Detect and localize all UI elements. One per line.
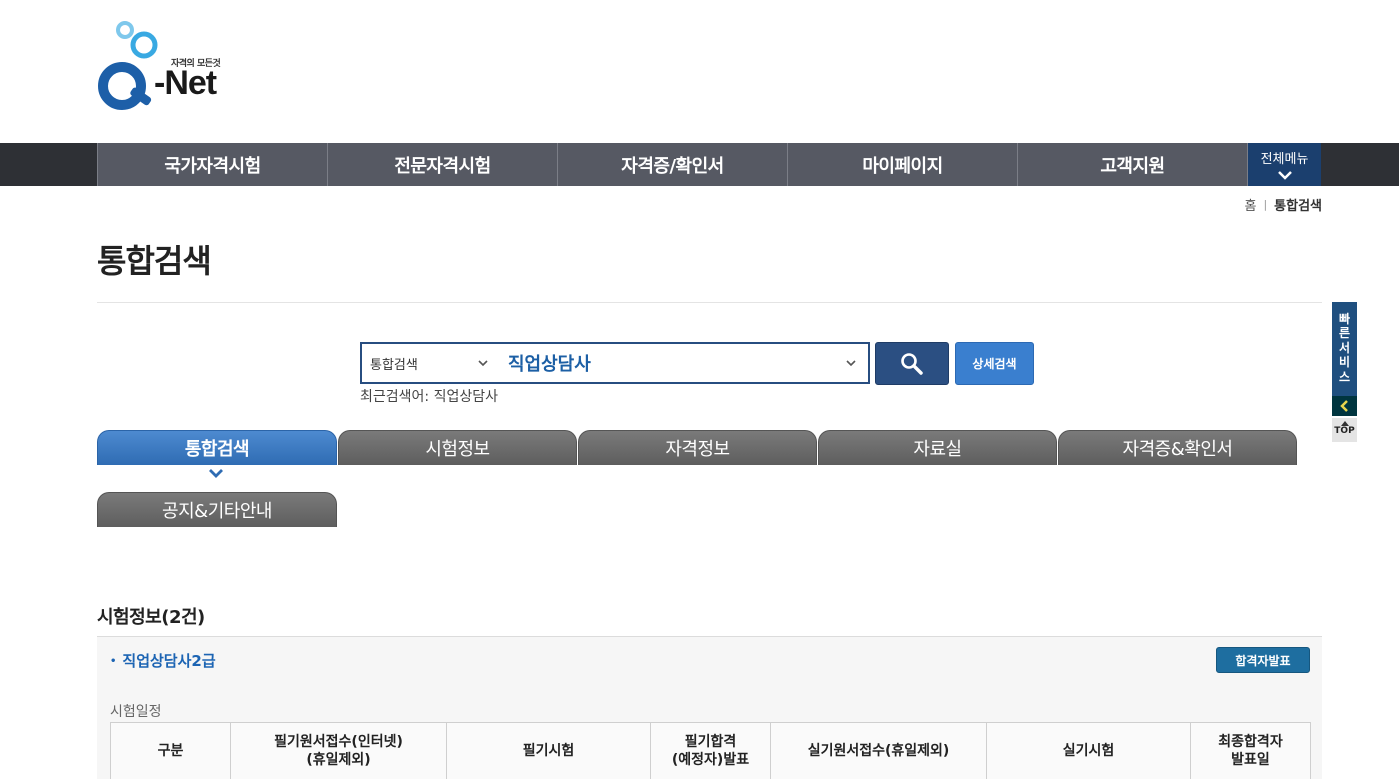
top-label: TOP [1334,426,1355,436]
breadcrumb-separator: | [1263,198,1268,211]
all-menu-button[interactable]: 전체메뉴 [1247,143,1321,186]
search-button[interactable] [875,342,949,385]
search-history-dropdown[interactable] [834,356,868,370]
table-header: 구분 [110,722,231,779]
logo-name: -Net [154,64,217,102]
table-header: 필기합격 (예정자)발표 [650,722,771,779]
search-category-value: 통합검색 [370,357,418,373]
recent-search-term[interactable]: 직업상담사 [434,389,498,405]
all-menu-label: 전체메뉴 [1260,152,1309,167]
search-category-select[interactable]: 통합검색 [362,354,500,373]
recent-searches: 최근검색어: 직업상담사 [360,386,498,406]
tab-integrated-search[interactable]: 통합검색 [97,430,337,465]
table-header-row: 구분 필기원서접수(인터넷) (휴일제외) 필기시험 필기합격 (예정자)발표 … [110,722,1311,779]
nav-item-mypage[interactable]: 마이페이지 [787,143,1017,186]
result-item-link[interactable]: • 직업상담사2급 [110,650,216,671]
scroll-top-button[interactable]: TOP [1332,418,1357,442]
table-header: 필기시험 [446,722,651,779]
search-bar: 통합검색 직업상담사 [360,342,870,384]
tab-notice-etc[interactable]: 공지&기타안내 [97,492,337,527]
schedule-table: 구분 필기원서접수(인터넷) (휴일제외) 필기시험 필기합격 (예정자)발표 … [110,722,1311,779]
schedule-label: 시험일정 [110,704,162,720]
page-title: 통합검색 [97,242,212,280]
exam-result-panel: • 직업상담사2급 합격자발표 시험일정 구분 필기원서접수(인터넷) (휴일제외… [97,636,1322,779]
chevron-left-icon[interactable] [1332,396,1357,416]
nav-item-national-exam[interactable]: 국가자격시험 [97,143,327,186]
table-header: 실기시험 [986,722,1191,779]
bullet-icon: • [110,656,117,667]
active-tab-indicator-icon [209,466,223,482]
table-header: 실기원서접수(휴일제외) [770,722,987,779]
table-header: 최종합격자 발표일 [1190,722,1311,779]
quick-service-label: 빠른서비스 [1338,312,1351,384]
title-divider [97,302,1322,303]
table-header: 필기원서접수(인터넷) (휴일제외) [230,722,447,779]
search-input[interactable]: 직업상담사 [500,350,834,376]
chevron-down-icon [1248,169,1321,183]
nav-right-cap [1321,143,1399,186]
tab-certificate[interactable]: 자격증&확인서 [1058,430,1297,465]
recent-searches-label: 최근검색어: [360,389,430,405]
breadcrumb-current: 통합검색 [1274,199,1322,214]
nav-item-professional-exam[interactable]: 전문자격시험 [327,143,557,186]
detail-search-button[interactable]: 상세검색 [955,342,1034,385]
qnet-logo[interactable]: 자격의 모든것 -Net [96,20,236,114]
nav-left-cap [0,143,97,186]
chevron-down-icon [478,356,488,371]
exam-info-section-title: 시험정보(2건) [97,607,205,628]
main-navigation: 국가자격시험 전문자격시험 자격증/확인서 마이페이지 고객지원 전체메뉴 [0,143,1399,186]
tab-qualification-info[interactable]: 자격정보 [578,430,817,465]
breadcrumb-home[interactable]: 홈 [1244,195,1256,214]
nav-item-certificate[interactable]: 자격증/확인서 [557,143,787,186]
nav-item-support[interactable]: 고객지원 [1017,143,1247,186]
tab-archive[interactable]: 자료실 [818,430,1057,465]
tab-exam-info[interactable]: 시험정보 [338,430,577,465]
pass-announcement-button[interactable]: 합격자발표 [1216,647,1310,673]
chevron-down-icon [846,360,856,367]
result-item-title: 직업상담사2급 [122,652,216,670]
search-icon [901,352,923,375]
breadcrumb: 홈 | 통합검색 [1244,195,1322,214]
